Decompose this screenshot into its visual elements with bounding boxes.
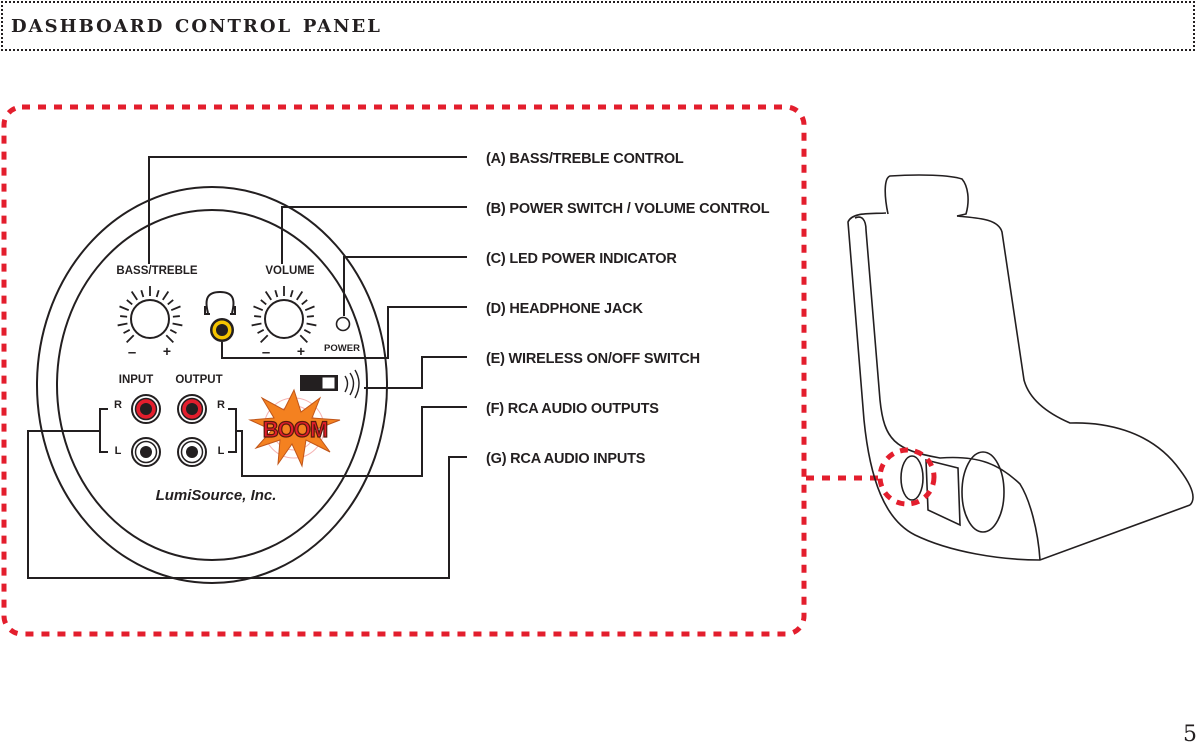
legend: (A) BASS/TREBLE CONTROL (B) POWER SWITCH… [486,151,770,467]
wireless-switch[interactable] [300,375,338,391]
legend-item-c: (C) LED POWER INDICATOR [486,251,677,267]
page-number: 5 [1183,722,1197,747]
rca-output-right[interactable] [177,394,207,424]
rca-output-left[interactable] [177,437,207,467]
knob-tick [120,315,128,318]
control-panel-diagram: BASS/TREBLE – + VOLUME – + POWER INPUT O… [1,104,1194,637]
input-label: INPUT [119,374,154,386]
output-l-label: L [218,445,225,457]
knob-tick [251,322,262,327]
knob-tick [126,299,133,306]
power-led [335,316,351,332]
legend-item-f: (F) RCA AUDIO OUTPUTS [486,401,659,417]
knob-tick [260,299,267,306]
knob-tick [274,290,279,298]
knob-tick [169,329,177,334]
knob-tick [126,334,135,343]
knob-tick [165,334,174,343]
knob-tick [304,305,315,312]
rca-input-right[interactable] [131,394,161,424]
knob-tick [257,329,265,334]
bass-treble-knob[interactable] [117,286,183,343]
panel-callout-frame [1,104,807,637]
knob-tick [170,305,181,312]
knob-tick [253,305,264,312]
leader-e [364,356,467,389]
legend-item-g: (G) RCA AUDIO INPUTS [486,451,646,467]
knob-tick [264,291,272,301]
bracket-input [99,408,108,453]
knob-tick [172,315,180,318]
knob-tick [260,334,269,343]
boom-logo-text: BOOM [263,417,327,442]
legend-item-a: (A) BASS/TREBLE CONTROL [486,151,684,167]
legend-item-b: (B) POWER SWITCH / VOLUME CONTROL [486,201,770,217]
headphone-jack[interactable] [210,318,234,342]
legend-item-e: (E) WIRELESS ON/OFF SWITCH [486,351,700,367]
output-r-label: R [217,399,225,411]
knob-tick [130,291,138,301]
knob-tick [123,329,131,334]
output-label: OUTPUT [175,374,222,386]
knob-tick [289,290,294,298]
knob-tick [306,315,314,318]
headphone-icon [204,290,236,315]
rca-input-left[interactable] [131,437,161,467]
knob-tick [119,305,130,312]
leader-b [281,206,467,264]
input-l-label: L [115,445,122,457]
power-label: POWER [324,343,360,354]
knob-tick [167,299,174,306]
knob-dial[interactable] [130,299,170,339]
leader-lines [27,156,467,579]
knob-tick [301,299,308,306]
input-r-label: R [114,399,122,411]
knob-tick [254,315,262,318]
volume-knob[interactable] [251,286,317,343]
knob-tick [162,291,170,301]
knob-tick [299,334,308,343]
knob-tick [303,329,311,334]
bass-plus-label: + [163,343,171,359]
brand-name: LumiSource, Inc. [156,487,277,504]
bass-treble-label: BASS/TREBLE [116,265,197,277]
knob-tick [296,291,304,301]
volume-label: VOLUME [265,265,315,277]
bracket-output [228,408,237,453]
knob-dial[interactable] [264,299,304,339]
knob-tick [306,322,317,327]
knob-tick [140,290,145,298]
knob-tick [155,290,160,298]
bass-minus-label: – [128,344,136,361]
legend-item-d: (D) HEADPHONE JACK [486,301,643,317]
volume-plus-label: + [297,343,305,359]
boom-logo: BOOM [248,388,341,468]
knob-tick [172,322,183,327]
wireless-signal-icon [344,369,360,399]
knob-tick [117,322,128,327]
